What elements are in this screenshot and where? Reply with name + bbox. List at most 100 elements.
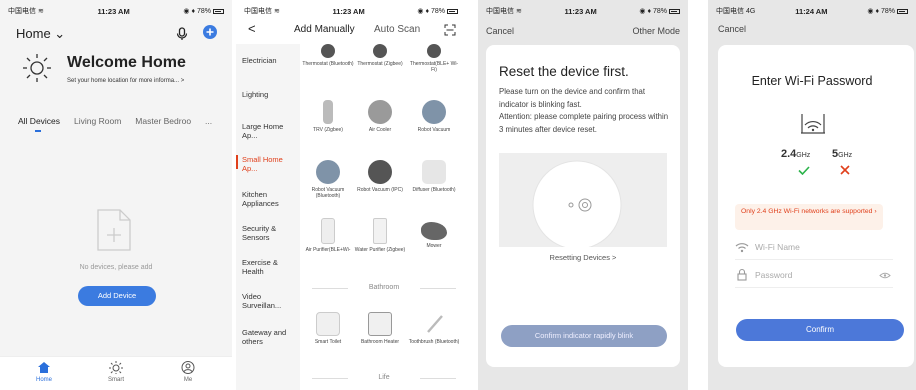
category-exercise-health[interactable]: Exercise & Health xyxy=(242,258,296,276)
tab-auto-scan[interactable]: Auto Scan xyxy=(374,24,420,35)
resetting-devices-link[interactable]: Resetting Devices > xyxy=(499,253,667,262)
tabbar-home[interactable]: Home xyxy=(24,361,64,383)
add-device-button[interactable]: Add Device xyxy=(78,286,156,306)
empty-document-icon xyxy=(96,208,132,252)
password-field[interactable]: Password xyxy=(735,264,893,288)
tabbar-home-label: Home xyxy=(35,377,52,383)
category-security-sensors[interactable]: Security & Sensors xyxy=(242,224,296,242)
device-item[interactable]: Mower xyxy=(408,222,460,249)
tab-all-devices[interactable]: All Devices xyxy=(18,116,60,126)
device-label: Robot Vacuum xyxy=(417,127,451,133)
weather-sun-icon xyxy=(20,52,58,82)
battery-icon xyxy=(669,8,680,14)
wifi-icon xyxy=(735,243,749,253)
device-item[interactable]: Air Purifier(BLE+Wi- xyxy=(302,218,354,253)
password-placeholder: Password xyxy=(755,270,793,280)
section-bathroom: Bathroom xyxy=(306,284,462,291)
cancel-button[interactable]: Cancel xyxy=(718,24,746,34)
device-item[interactable]: Smart Toilet xyxy=(302,312,354,345)
confirm-blink-button[interactable]: Confirm indicator rapidly blink xyxy=(501,325,667,347)
cancel-button[interactable]: Cancel xyxy=(486,26,514,36)
category-lighting[interactable]: Lighting xyxy=(242,90,296,99)
smart-toilet-icon xyxy=(316,312,340,336)
mic-icon[interactable] xyxy=(176,27,188,41)
profile-icon xyxy=(181,361,195,374)
device-label: Thermostat (Zigbee) xyxy=(357,61,403,67)
other-mode-button[interactable]: Other Mode xyxy=(632,26,680,36)
device-item[interactable]: Air Cooler xyxy=(354,100,406,133)
tabbar-me[interactable]: Me xyxy=(168,361,208,383)
category-gateway-others[interactable]: Gateway and others xyxy=(242,328,296,346)
device-label: Robot Vacuum (Bluetooth) xyxy=(311,187,345,199)
status-bar: 中国电信 ≋ 11:23 AM ◉ ♦ 78% xyxy=(0,0,232,22)
category-video-surveillance[interactable]: Video Surveillan... xyxy=(242,292,296,310)
room-tabs: All Devices Living Room Master Bedroo ..… xyxy=(18,116,212,126)
device-label: Thermostat(BLE+ Wi-Fi) xyxy=(409,61,459,73)
tabbar-smart[interactable]: Smart xyxy=(96,361,136,383)
battery-percent: 78% xyxy=(652,8,667,15)
set-location-link[interactable]: Set your home location for more informa.… xyxy=(67,78,184,84)
mower-icon xyxy=(421,222,447,240)
eye-icon xyxy=(879,272,891,279)
clock: 11:23 AM xyxy=(97,6,130,16)
empty-state-text: No devices, please add xyxy=(79,264,153,271)
device-item[interactable]: Toothbrush (Bluetooth) xyxy=(408,312,460,345)
lock-icon xyxy=(737,268,747,281)
device-item[interactable]: Thermostat(BLE+ Wi-Fi) xyxy=(408,44,460,73)
home-title: Home xyxy=(16,26,51,41)
tab-living-room[interactable]: Living Room xyxy=(74,116,121,126)
home-icon xyxy=(38,362,50,373)
active-category-indicator xyxy=(236,155,238,169)
device-item[interactable]: Robot Vacuum (IPC) xyxy=(354,160,406,193)
device-item[interactable]: Diffuser (Bluetooth) xyxy=(408,160,460,193)
toothbrush-icon xyxy=(422,312,446,336)
home-selector[interactable]: Home ⌄ xyxy=(16,26,65,42)
category-large-home-appliances[interactable]: Large Home Ap... xyxy=(242,122,296,140)
device-label: Air Cooler xyxy=(368,127,392,133)
reset-heading: Reset the device first. xyxy=(499,64,629,79)
band-5ghz: 5GHz xyxy=(832,148,853,160)
welcome-title: Welcome Home xyxy=(67,54,186,71)
device-item[interactable]: TRV (Zigbee) xyxy=(302,100,354,133)
category-electrician[interactable]: Electrician xyxy=(242,56,296,65)
thermostat-icon xyxy=(321,44,335,58)
smart-sun-icon xyxy=(109,361,123,374)
device-item[interactable]: Robot Vacuum (Bluetooth) xyxy=(302,160,354,199)
home-screen: 中国电信 ≋ 11:23 AM ◉ ♦ 78% Home ⌄ Welcome H… xyxy=(0,0,232,390)
status-bar: 中国电信 ≋ 11:23 AM ◉ ♦ 78% xyxy=(236,0,466,22)
battery-percent: 78% xyxy=(430,8,445,15)
device-item[interactable]: Thermostat (Zigbee) xyxy=(354,44,406,67)
section-life: Life xyxy=(306,374,462,381)
device-item[interactable]: Bathroom Heater xyxy=(354,312,406,345)
category-sidebar: Electrician Lighting Large Home Ap... Sm… xyxy=(236,44,300,390)
active-tab-indicator xyxy=(35,130,41,132)
carrier-label: 中国电信 xyxy=(486,8,514,15)
battery-icon xyxy=(896,8,908,14)
more-tabs-button[interactable]: ... xyxy=(205,116,212,126)
add-circle-icon[interactable] xyxy=(203,25,217,39)
tab-add-manually[interactable]: Add Manually xyxy=(294,24,355,35)
category-kitchen-appliances[interactable]: Kitchen Appliances xyxy=(242,190,296,208)
back-icon[interactable]: < xyxy=(248,21,256,36)
device-label: Bathroom Heater xyxy=(360,339,400,345)
category-small-home-appliances[interactable]: Small Home Ap... xyxy=(242,155,296,173)
carrier-label: 中国电信 xyxy=(716,8,744,15)
wifi-name-field[interactable]: Wi-Fi Name xyxy=(735,236,893,260)
device-label: Water Purifier (Zigbee) xyxy=(354,247,406,253)
diffuser-icon xyxy=(422,160,446,184)
tab-master-bedroom[interactable]: Master Bedroo xyxy=(135,116,191,126)
device-item[interactable]: Thermostat (Bluetooth) xyxy=(302,44,354,67)
clock: 11:24 AM xyxy=(795,6,828,16)
check-icon xyxy=(798,166,810,175)
device-item[interactable]: Water Purifier (Zigbee) xyxy=(354,218,406,253)
battery-icon xyxy=(447,8,458,14)
water-purifier-icon xyxy=(373,218,387,244)
device-label: Robot Vacuum (IPC) xyxy=(357,187,403,193)
clock: 11:23 AM xyxy=(564,6,597,16)
scan-icon[interactable] xyxy=(444,24,456,36)
add-device-screen: 中国电信 ≋ 11:23 AM ◉ ♦ 78% < Add Manually A… xyxy=(236,0,466,390)
wifi-name-placeholder: Wi-Fi Name xyxy=(755,242,800,252)
device-item[interactable]: Robot Vacuum xyxy=(408,100,460,133)
device-illustration xyxy=(499,153,667,247)
confirm-button[interactable]: Confirm xyxy=(736,319,904,341)
